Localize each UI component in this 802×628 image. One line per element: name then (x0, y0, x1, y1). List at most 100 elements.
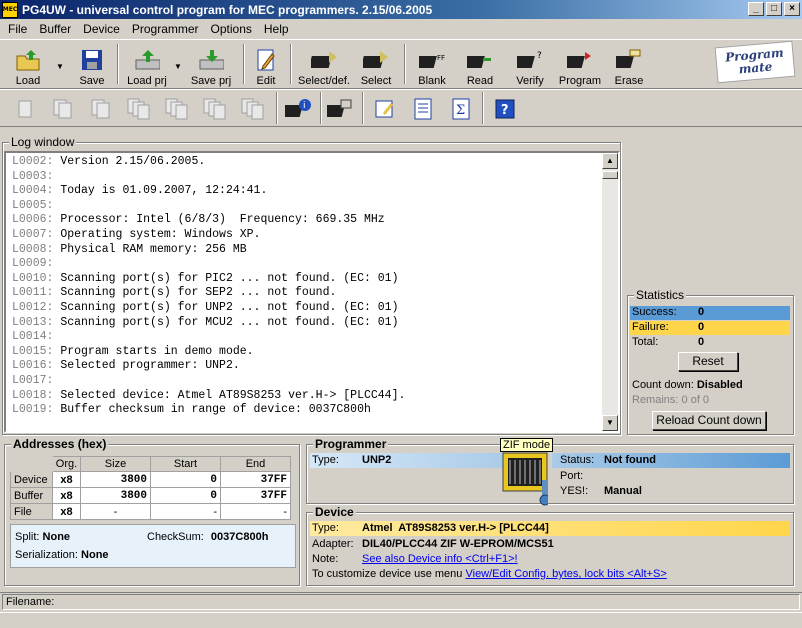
log-line-text: Scanning port(s) for UNP2 ... not found.… (60, 300, 399, 314)
page-icon[interactable] (10, 94, 40, 124)
scroll-thumb[interactable] (602, 171, 618, 179)
verify-button[interactable]: ? Verify (510, 43, 550, 87)
pages-stack-icon[interactable] (200, 94, 230, 124)
close-button[interactable]: × (784, 2, 800, 16)
load-button[interactable]: Load (8, 43, 48, 87)
reset-button[interactable]: Reset (678, 352, 738, 371)
chip-settings-icon[interactable] (326, 94, 356, 124)
load-project-icon (134, 47, 160, 73)
log-line: L0006: Processor: Intel (6/8/3) Frequenc… (12, 213, 405, 228)
folder-open-icon (15, 47, 41, 73)
menu-help[interactable]: Help (258, 22, 295, 36)
pages-stack-icon[interactable] (124, 94, 154, 124)
help-icon[interactable]: ? (490, 94, 520, 124)
blank-button[interactable]: FF Blank (414, 43, 450, 87)
edit-button[interactable]: Edit (250, 43, 282, 87)
log-line-text: Scanning port(s) for MCU2 ... not found.… (60, 315, 399, 329)
log-line-number: L0013: (12, 315, 54, 329)
log-line-number: L0003: (12, 169, 54, 183)
success-row: Success: 0 (630, 306, 790, 320)
statistics-title: Statistics (634, 288, 687, 302)
log-line-number: L0011: (12, 286, 54, 300)
edit-pencil-icon (253, 47, 279, 73)
config-bytes-link[interactable]: View/Edit Config. bytes, lock bits <Alt+… (465, 568, 666, 580)
log-line: L0013: Scanning port(s) for MCU2 ... not… (12, 316, 405, 331)
program-button[interactable]: Program (558, 43, 602, 87)
serialization-info: Serialization: None (15, 549, 109, 561)
svg-text:?: ? (501, 103, 509, 118)
log-line: L0012: Scanning port(s) for UNP2 ... not… (12, 301, 405, 316)
log-line-text: Selected device: Atmel AT89S8253 ver.H->… (60, 388, 406, 402)
chip-select-default-icon (311, 47, 337, 73)
log-line-text: Buffer checksum in range of device: 0037… (60, 403, 371, 417)
log-line: L0015: Program starts in demo mode. (12, 345, 405, 360)
window-title: PG4UW - universal control program for ME… (22, 2, 433, 17)
log-line-number: L0019: (12, 403, 54, 417)
select-button[interactable]: Select (358, 43, 394, 87)
chip-verify-icon: ? (517, 47, 543, 73)
save-button[interactable]: Save (74, 43, 110, 87)
pages-icon[interactable] (86, 94, 116, 124)
log-line: L0009: (12, 257, 405, 272)
pages-icon[interactable] (48, 94, 78, 124)
scroll-up-arrow[interactable]: ▲ (602, 153, 618, 169)
minimize-button[interactable]: _ (748, 2, 764, 16)
main-toolbar: Load ▼ Save Load prj ▼ Save prj Edit Sel… (0, 39, 802, 89)
zif-socket-icon[interactable] (502, 452, 551, 506)
title-bar: MEC PG4UW - universal control program fo… (0, 0, 802, 19)
filename-field: Filename: (2, 594, 800, 610)
table-row: Buffer x8 3800 0 37FF (10, 487, 291, 504)
menu-programmer[interactable]: Programmer (126, 22, 205, 36)
zif-mode-tooltip: ZIF mode (500, 438, 554, 452)
menu-options[interactable]: Options (205, 22, 258, 36)
log-line-number: L0010: (12, 271, 54, 285)
read-button[interactable]: Read (462, 43, 498, 87)
log-line: L0017: (12, 374, 405, 389)
maximize-button[interactable]: □ (766, 2, 782, 16)
device-info-link[interactable]: See also Device info <Ctrl+F1>! (362, 553, 518, 565)
log-line-number: L0007: (12, 227, 54, 241)
log-line: L0016: Selected programmer: UNP2. (12, 359, 405, 374)
menu-buffer[interactable]: Buffer (33, 22, 77, 36)
log-line-number: L0002: (12, 155, 54, 168)
menu-device[interactable]: Device (77, 22, 126, 36)
svg-text:?: ? (537, 51, 542, 61)
svg-text:Σ: Σ (456, 103, 465, 118)
log-line-text: Processor: Intel (6/8/3) Frequency: 669.… (60, 213, 385, 227)
device-type-bar: Type: Atmel AT89S8253 ver.H-> [PLCC44] (310, 521, 790, 536)
customize-row: To customize device use menu View/Edit C… (312, 568, 667, 580)
document-list-icon[interactable] (408, 94, 438, 124)
load-project-dropdown-arrow[interactable]: ▼ (174, 62, 182, 71)
log-line-number: L0015: (12, 344, 54, 358)
load-project-button[interactable]: Load prj (124, 43, 170, 87)
log-line: L0002: Version 2.15/06.2005. (12, 155, 405, 170)
log-line-number: L0009: (12, 257, 54, 271)
select-default-button[interactable]: Select/def. (296, 43, 352, 87)
chip-read-icon (467, 47, 493, 73)
checksum-sigma-icon[interactable]: Σ (446, 94, 476, 124)
chip-blank-icon: FF (419, 47, 445, 73)
column-size: Size (80, 456, 151, 472)
reload-count-down-button[interactable]: Reload Count down (652, 411, 766, 430)
addresses-table: Org. Size Start End Device x8 3800 0 37F… (10, 456, 291, 520)
log-line-text: Operating system: Windows XP. (60, 227, 261, 241)
yes-row: YES!: Manual (560, 485, 642, 497)
chip-info-icon[interactable]: i (284, 94, 314, 124)
program-mate-logo: Program mate (714, 40, 796, 84)
scroll-down-arrow[interactable]: ▼ (602, 415, 618, 431)
table-row: File x8 - - - (10, 503, 291, 520)
chip-program-icon (567, 47, 593, 73)
pages-stack-icon[interactable] (162, 94, 192, 124)
menu-file[interactable]: File (2, 22, 33, 36)
edit-notes-icon[interactable] (370, 94, 400, 124)
pages-stack-icon[interactable] (238, 94, 268, 124)
log-line: L0005: (12, 199, 405, 214)
log-line-text: Program starts in demo mode. (60, 344, 254, 358)
total-row: Total: 0 (632, 336, 705, 348)
log-scrollbar[interactable]: ▲ ▼ (602, 153, 618, 431)
erase-button[interactable]: Erase (612, 43, 646, 87)
save-project-button[interactable]: Save prj (188, 43, 234, 87)
log-window[interactable]: L0002: Version 2.15/06.2005. L0003: L0004… (4, 151, 620, 433)
device-title: Device (313, 505, 356, 519)
load-dropdown-arrow[interactable]: ▼ (56, 62, 64, 71)
